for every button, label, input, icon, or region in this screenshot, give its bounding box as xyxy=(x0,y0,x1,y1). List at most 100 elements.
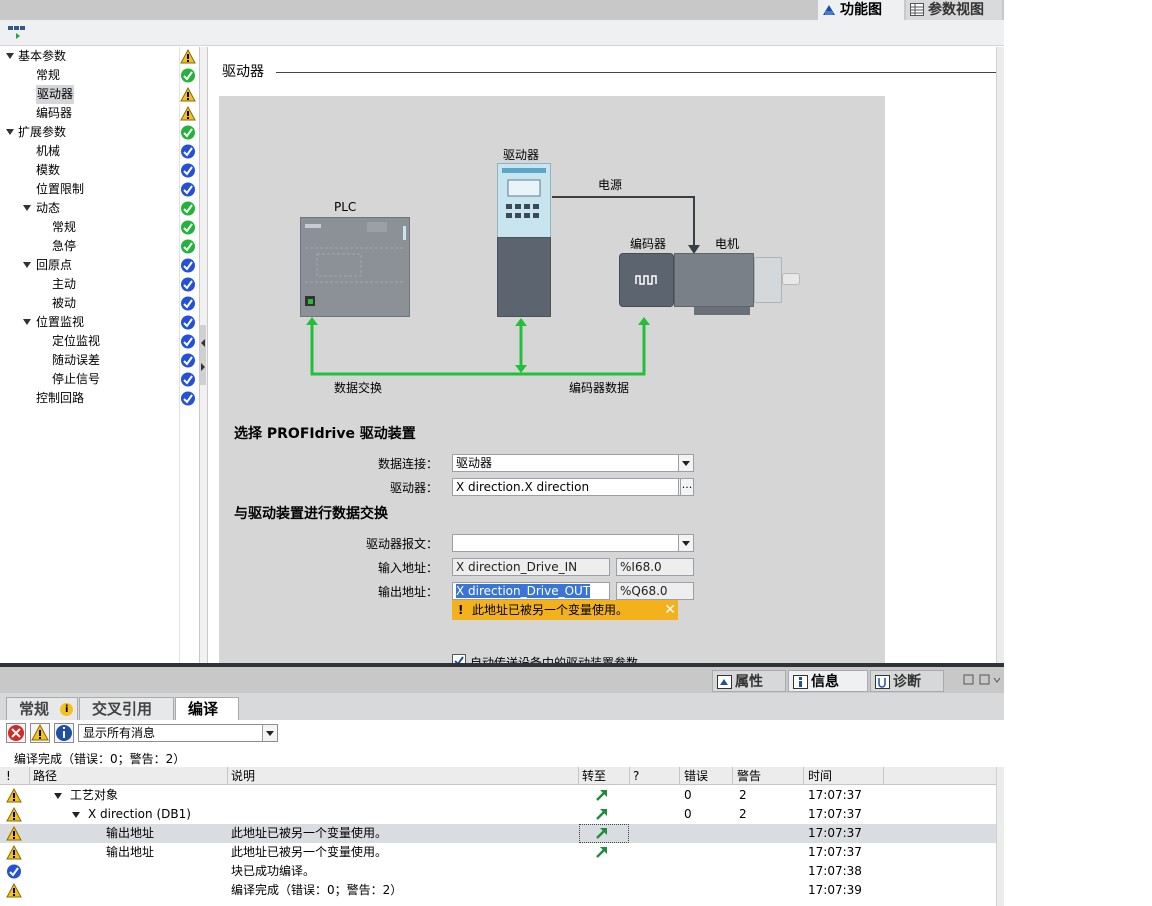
table-row[interactable]: 工艺对象 0 2 17:07:37 xyxy=(0,786,1004,805)
warning-icon xyxy=(6,787,22,803)
tab-parameter-view[interactable]: 参数视图 xyxy=(906,0,1002,20)
col-time[interactable]: 时间 xyxy=(808,768,832,784)
tree-item[interactable]: 位置监视 xyxy=(0,313,200,332)
goto-arrow-icon[interactable] xyxy=(595,845,609,859)
tree-item[interactable]: 基本参数 xyxy=(0,47,200,66)
subtab-cross-reference[interactable]: 交叉引用 xyxy=(79,697,174,720)
tab-properties[interactable]: 属性 xyxy=(712,670,786,692)
info-icon xyxy=(56,725,72,741)
motor-device xyxy=(674,253,754,307)
compile-messages-table: ! 路径 说明 转至 ? 错误 警告 时间 工艺对象 0 2 17:07:37 X di… xyxy=(0,767,1004,906)
close-icon[interactable]: ✕ xyxy=(664,600,676,620)
tree-item[interactable]: 模数 xyxy=(0,161,200,180)
table-icon xyxy=(910,3,924,16)
tree-item[interactable]: 机械 xyxy=(0,142,200,161)
col-errors[interactable]: 错误 xyxy=(684,768,708,784)
input-address-field[interactable]: %I68.0 xyxy=(616,558,694,576)
status-indicator xyxy=(180,125,196,140)
tree-item[interactable]: 控制回路 xyxy=(0,389,200,408)
subtab-compile[interactable]: 编译 xyxy=(175,697,239,720)
table-row[interactable]: 块已成功编译。 17:07:38 xyxy=(0,862,1004,881)
row-description: 此地址已被另一个变量使用。 xyxy=(231,826,388,840)
table-row[interactable]: 输出地址 此地址已被另一个变量使用。 17:07:37 xyxy=(0,843,1004,862)
tree-item-label: 随动误差 xyxy=(52,353,101,367)
table-scrollbar[interactable] xyxy=(996,767,1004,906)
tree-item[interactable]: 动态 xyxy=(0,199,200,218)
panel-controls-icon[interactable] xyxy=(962,673,1000,687)
vertical-scrollbar[interactable] xyxy=(996,47,1004,663)
col-path[interactable]: 路径 xyxy=(33,768,57,784)
address-conflict-tooltip: ! 此地址已被另一个变量使用。 ✕ xyxy=(452,600,678,620)
output-tag-field[interactable]: X direction_Drive_OUT xyxy=(452,582,610,600)
status-indicator xyxy=(180,239,196,254)
splitter-grip[interactable] xyxy=(200,325,206,385)
goto-arrow-icon[interactable] xyxy=(595,807,609,821)
plc-label: PLC xyxy=(334,200,357,214)
expand-toggle-icon[interactable] xyxy=(6,129,14,135)
data-connection-select[interactable]: 驱动器 xyxy=(452,454,694,472)
col-help[interactable]: ? xyxy=(633,768,639,784)
tree-item[interactable]: 扩展参数 xyxy=(0,123,200,142)
tree-item-label: 主动 xyxy=(52,277,77,291)
subtab-general[interactable]: 常规 i xyxy=(6,697,78,720)
row-time: 17:07:37 xyxy=(808,807,862,821)
chevron-down-icon[interactable] xyxy=(678,455,693,471)
tree-item[interactable]: 急停 xyxy=(0,237,200,256)
drive-field[interactable]: X direction.X direction xyxy=(452,478,694,496)
output-address-field[interactable]: %Q68.0 xyxy=(616,582,694,600)
motor-label: 电机 xyxy=(715,237,740,251)
tree-item[interactable]: 回原点 xyxy=(0,256,200,275)
tab-functional-view[interactable]: 功能图 xyxy=(818,0,904,20)
tab-diagnostics[interactable]: 诊断 xyxy=(870,670,944,692)
tree-item[interactable]: 定位监视 xyxy=(0,332,200,351)
expand-toggle-icon[interactable] xyxy=(6,53,14,59)
tree-item[interactable]: 常规 xyxy=(0,218,200,237)
browse-button-label[interactable]: ... xyxy=(680,478,694,496)
warning-filter-button[interactable] xyxy=(30,723,50,743)
table-row[interactable]: 编译完成（错误：0；警告：2） 17:07:39 xyxy=(0,881,1004,900)
tree-item[interactable]: 驱动器 xyxy=(0,85,200,104)
tree-item-label: 常规 xyxy=(52,220,77,234)
row-description: 块已成功编译。 xyxy=(231,864,316,878)
goto-arrow-icon[interactable] xyxy=(595,788,609,802)
tree-item[interactable]: 位置限制 xyxy=(0,180,200,199)
tree-item[interactable]: 停止信号 xyxy=(0,370,200,389)
tree-item[interactable]: 常规 xyxy=(0,66,200,85)
input-tag-field[interactable]: X direction_Drive_IN xyxy=(452,558,610,576)
expand-toggle-icon[interactable] xyxy=(23,205,31,211)
chevron-down-icon[interactable] xyxy=(678,535,693,551)
tree-item[interactable]: 主动 xyxy=(0,275,200,294)
expand-toggle-icon[interactable] xyxy=(72,812,80,818)
auto-transfer-checkbox[interactable] xyxy=(452,654,466,663)
table-row[interactable]: X direction (DB1) 0 2 17:07:37 xyxy=(0,805,1004,824)
tree-item[interactable]: 编码器 xyxy=(0,104,200,123)
network-view-icon[interactable] xyxy=(8,24,26,40)
status-indicator xyxy=(180,68,196,83)
expand-toggle-icon[interactable] xyxy=(54,793,62,799)
col-warnings[interactable]: 警告 xyxy=(737,768,761,784)
tree-item-label: 回原点 xyxy=(36,258,73,272)
goto-arrow-icon[interactable] xyxy=(595,826,609,840)
functional-view-icon xyxy=(823,5,835,15)
table-row[interactable]: 输出地址 此地址已被另一个变量使用。 17:07:37 xyxy=(0,824,1004,843)
tree-item[interactable]: 随动误差 xyxy=(0,351,200,370)
motor-end-cap xyxy=(754,257,782,303)
col-description[interactable]: 说明 xyxy=(231,768,255,784)
status-indicator xyxy=(180,315,196,330)
chevron-down-icon[interactable] xyxy=(262,725,277,741)
message-filter-select[interactable]: 显示所有消息 xyxy=(78,724,278,742)
tree-item[interactable]: 被动 xyxy=(0,294,200,313)
encoder-label: 编码器 xyxy=(630,237,667,251)
telegram-select[interactable] xyxy=(452,534,694,552)
col-goto[interactable]: 转至 xyxy=(582,768,606,784)
drive-field-value: X direction.X direction xyxy=(456,480,590,494)
col-bang[interactable]: ! xyxy=(6,768,11,784)
error-filter-button[interactable] xyxy=(6,723,26,743)
info-filter-button[interactable] xyxy=(54,723,74,743)
tab-info[interactable]: 信息 i xyxy=(788,670,868,711)
tab-properties-label: 属性 xyxy=(735,674,763,690)
expand-toggle-icon[interactable] xyxy=(23,319,31,325)
expand-toggle-icon[interactable] xyxy=(23,262,31,268)
check-blue-icon xyxy=(181,296,195,311)
status-indicator xyxy=(180,182,196,197)
